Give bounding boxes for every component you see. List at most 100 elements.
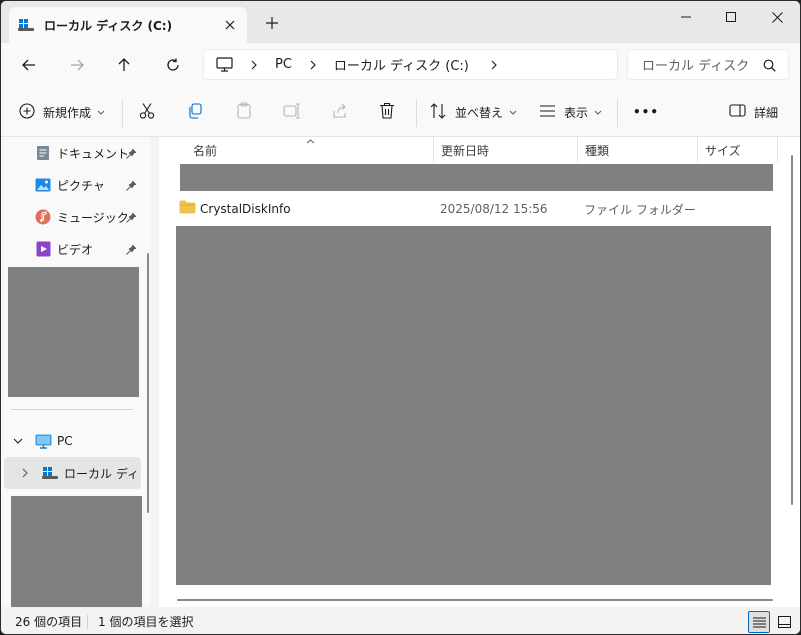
rename-button[interactable] xyxy=(283,101,301,123)
music-icon xyxy=(35,209,51,225)
copy-button[interactable] xyxy=(187,101,203,123)
pin-icon[interactable] xyxy=(125,211,137,223)
share-icon xyxy=(331,103,348,122)
sidebar-scrollbar[interactable] xyxy=(147,253,149,513)
close-tab-icon[interactable] xyxy=(221,16,239,34)
tab-title: ローカル ディスク (C:) xyxy=(44,18,173,33)
column-header-label: 更新日時 xyxy=(441,143,490,158)
up-arrow-icon[interactable] xyxy=(111,53,137,77)
pin-icon[interactable] xyxy=(125,243,137,255)
command-bar: 新規作成 並べ替え 表示 ••• 詳細 xyxy=(1,87,800,137)
pin-icon[interactable] xyxy=(125,147,137,159)
sidebar-item-label: ドキュメント xyxy=(57,146,130,161)
details-pane-button[interactable]: 詳細 xyxy=(729,101,778,123)
sidebar-item-label: ミュージック xyxy=(57,210,129,225)
view-button-label: 表示 xyxy=(564,105,589,120)
sidebar-item-documents[interactable]: ドキュメント xyxy=(9,139,143,167)
forward-arrow-icon[interactable] xyxy=(64,53,90,77)
file-modified: 2025/08/12 15:56 xyxy=(440,202,548,216)
title-bar: ローカル ディスク (C:) xyxy=(1,1,800,43)
column-header-size[interactable]: サイズ xyxy=(697,137,777,163)
scissors-icon xyxy=(138,102,156,123)
new-tab-icon[interactable] xyxy=(263,14,281,32)
drive-icon xyxy=(42,466,58,480)
chevron-right-icon xyxy=(308,60,318,70)
computer-icon xyxy=(35,434,52,449)
sidebar-item-label: PC xyxy=(57,434,73,448)
details-view-icon[interactable] xyxy=(748,611,770,633)
rename-icon xyxy=(283,102,301,122)
more-options-label: ••• xyxy=(633,105,660,119)
sidebar-item-pictures[interactable]: ピクチャ xyxy=(9,171,143,199)
pictures-icon xyxy=(35,177,51,193)
search-icon xyxy=(762,58,776,72)
folder-icon xyxy=(179,200,196,214)
sort-arrows-icon xyxy=(430,102,447,122)
file-explorer-window: ローカル ディスク (C:) PC ローカル ディスク (C:) ローカル ディ… xyxy=(0,0,801,635)
details-pane-label: 詳細 xyxy=(754,105,779,120)
share-button[interactable] xyxy=(331,101,348,123)
redacted-region xyxy=(11,496,142,607)
column-divider[interactable] xyxy=(777,137,778,163)
plus-circle-icon xyxy=(19,102,35,122)
chevron-down-icon xyxy=(97,110,105,115)
tiles-view-icon[interactable] xyxy=(773,611,795,633)
new-button-label: 新規作成 xyxy=(43,105,92,120)
breadcrumb-pc[interactable]: PC xyxy=(275,57,292,72)
more-options-button[interactable]: ••• xyxy=(633,101,659,123)
column-header-type[interactable]: 種類 xyxy=(577,137,697,163)
computer-icon xyxy=(215,57,233,73)
column-header-name[interactable]: 名前 xyxy=(185,137,433,163)
copy-icon xyxy=(187,102,203,122)
new-button[interactable]: 新規作成 xyxy=(19,101,105,123)
horizontal-scrollbar[interactable] xyxy=(177,599,773,601)
column-header-label: 種類 xyxy=(585,143,610,158)
address-field[interactable]: PC ローカル ディスク (C:) xyxy=(203,49,618,80)
table-row[interactable]: CrystalDiskInfo 2025/08/12 15:56 ファイル フォ… xyxy=(179,197,773,221)
tab-local-disk[interactable]: ローカル ディスク (C:) xyxy=(9,7,247,43)
status-divider xyxy=(87,615,88,629)
chevron-down-icon xyxy=(594,110,602,115)
sidebar-item-pc[interactable]: PC xyxy=(1,427,143,455)
sidebar-item-label: ビデオ xyxy=(57,242,94,257)
close-window-icon[interactable] xyxy=(754,5,800,29)
sidebar-divider xyxy=(11,409,133,410)
breadcrumb-local-disk[interactable]: ローカル ディスク (C:) xyxy=(334,55,469,74)
sidebar-item-videos[interactable]: ビデオ xyxy=(9,235,143,263)
pin-icon[interactable] xyxy=(125,179,137,191)
vertical-scrollbar[interactable] xyxy=(791,155,793,505)
toolbar-divider xyxy=(617,99,618,127)
delete-button[interactable] xyxy=(379,101,395,123)
drive-icon xyxy=(18,17,34,33)
maximize-icon[interactable] xyxy=(708,5,754,29)
view-button[interactable]: 表示 xyxy=(539,101,602,123)
column-header-label: 名前 xyxy=(193,143,218,158)
item-count: 26 個の項目 xyxy=(15,614,83,629)
chevron-right-icon[interactable] xyxy=(489,60,499,70)
paste-button[interactable] xyxy=(236,101,252,123)
sidebar-item-label: ピクチャ xyxy=(57,178,105,193)
sidebar-item-music[interactable]: ミュージック xyxy=(9,203,143,231)
sidebar-item-local-disk[interactable]: ローカル ディスク (C:) xyxy=(4,457,141,489)
toolbar-divider xyxy=(416,99,417,127)
column-header-label: サイズ xyxy=(705,143,741,158)
document-icon xyxy=(35,145,51,161)
file-list: 名前 更新日時 種類 サイズ CrystalDiskInfo 2025/08/1… xyxy=(159,137,800,607)
file-type: ファイル フォルダー xyxy=(584,202,696,217)
chevron-down-icon xyxy=(509,110,517,115)
back-arrow-icon[interactable] xyxy=(16,53,42,77)
toolbar-divider xyxy=(122,99,123,127)
details-pane-icon xyxy=(729,104,746,120)
refresh-icon[interactable] xyxy=(160,53,186,77)
minimize-icon[interactable] xyxy=(663,5,709,29)
chevron-right-icon[interactable] xyxy=(22,468,28,478)
column-header-modified[interactable]: 更新日時 xyxy=(433,137,577,163)
list-view-icon xyxy=(539,104,556,120)
redacted-region xyxy=(180,164,773,191)
redacted-region xyxy=(8,267,139,397)
chevron-down-icon[interactable] xyxy=(13,438,23,444)
sort-button[interactable]: 並べ替え xyxy=(430,101,517,123)
search-input[interactable]: ローカル ディスク (C:) の検索 xyxy=(627,49,789,80)
redacted-region xyxy=(176,226,771,585)
cut-button[interactable] xyxy=(138,101,156,123)
